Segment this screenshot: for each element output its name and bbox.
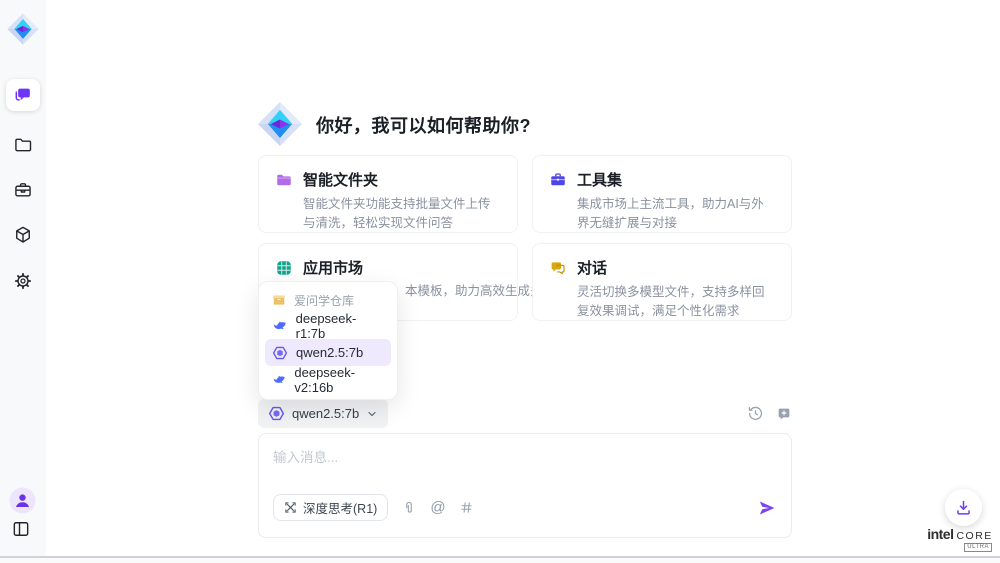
new-chat-button[interactable] xyxy=(776,406,792,422)
card-description: 灵活切换多模型文件，支持多样回复效果调试，满足个性化需求 xyxy=(577,283,775,322)
conversation-toolbar: qwen2.5:7b xyxy=(258,399,792,428)
model-option-qwen[interactable]: qwen2.5:7b xyxy=(265,339,391,366)
hash-grid-icon xyxy=(459,500,474,515)
card-title: 对话 xyxy=(577,257,607,278)
sidebar-item-settings[interactable] xyxy=(6,265,40,297)
card-smart-folder[interactable]: 智能文件夹 智能文件夹功能支持批量文件上传与清洗，轻松实现文件问答 xyxy=(258,155,518,233)
attach-file-button[interactable] xyxy=(401,500,417,516)
intel-logo-text: intel xyxy=(927,526,953,542)
gear-icon xyxy=(13,271,33,291)
deep-think-label: 深度思考(R1) xyxy=(303,498,377,517)
chat-icon xyxy=(549,259,567,277)
cube-icon xyxy=(13,225,33,245)
download-icon xyxy=(954,498,973,517)
repository-icon xyxy=(272,293,286,307)
paperclip-icon xyxy=(401,500,417,516)
deepseek-icon xyxy=(272,318,288,334)
folder-icon xyxy=(275,171,293,189)
history-icon xyxy=(747,405,764,422)
model-dropdown-header: 爱问学仓库 xyxy=(265,288,391,312)
qwen-icon xyxy=(272,345,288,361)
app-logo-icon xyxy=(4,8,42,50)
chat-icon xyxy=(13,85,33,105)
sidebar-item-chat[interactable] xyxy=(6,79,40,111)
send-icon xyxy=(757,498,777,518)
collapse-panel-icon xyxy=(11,519,31,539)
card-title: 工具集 xyxy=(577,169,622,190)
composer-toolbar: 深度思考(R1) @ xyxy=(273,494,777,521)
deepseek-icon xyxy=(272,372,286,388)
toolbox-icon xyxy=(13,180,33,200)
ultra-badge: ultra xyxy=(964,543,992,552)
new-chat-icon xyxy=(776,406,792,422)
card-description: 智能文件夹功能支持批量文件上传与清洗，轻松实现文件问答 xyxy=(303,195,501,234)
message-composer[interactable]: 输入消息... 深度思考(R1) @ xyxy=(258,433,792,538)
user-avatar[interactable] xyxy=(9,487,36,514)
app-grid-icon xyxy=(275,259,293,277)
message-input-placeholder[interactable]: 输入消息... xyxy=(273,446,338,466)
model-option-label: qwen2.5:7b xyxy=(296,345,363,360)
model-option-label: deepseek-v2:16b xyxy=(294,365,384,395)
model-selector-button[interactable]: qwen2.5:7b xyxy=(258,399,388,428)
sidebar-item-models[interactable] xyxy=(6,219,40,251)
deep-think-toggle[interactable]: 深度思考(R1) xyxy=(273,494,388,521)
greeting-title: 你好，我可以如何帮助你? xyxy=(316,112,531,138)
card-title: 智能文件夹 xyxy=(303,169,378,190)
card-toolset[interactable]: 工具集 集成市场上主流工具，助力AI与外界无缝扩展与对接 xyxy=(532,155,792,233)
model-option-deepseek-v2[interactable]: deepseek-v2:16b xyxy=(265,366,391,393)
chevron-down-icon xyxy=(366,408,378,420)
card-title: 应用市场 xyxy=(303,257,363,278)
user-icon xyxy=(9,487,36,514)
folder-icon xyxy=(13,135,33,155)
sidebar xyxy=(0,0,46,556)
collapse-sidebar-button[interactable] xyxy=(11,519,35,543)
core-logo-text: core xyxy=(956,530,992,542)
sidebar-item-toolbox[interactable] xyxy=(6,174,40,206)
card-description: 集成市场上主流工具，助力AI与外界无缝扩展与对接 xyxy=(577,195,775,234)
repository-label: 爱问学仓库 xyxy=(294,292,354,309)
briefcase-icon xyxy=(549,171,567,189)
history-button[interactable] xyxy=(747,405,764,422)
model-dropdown: 爱问学仓库 deepseek-r1:7b qwen2.5:7b deepseek… xyxy=(258,281,398,400)
window-bottom-strip xyxy=(0,558,1000,563)
qwen-icon xyxy=(268,405,285,422)
selected-model-label: qwen2.5:7b xyxy=(292,406,359,421)
send-button[interactable] xyxy=(757,498,777,518)
app-window: 你好，我可以如何帮助你? 智能文件夹 智能文件夹功能支持批量文件上传与清洗，轻松… xyxy=(0,0,1000,563)
card-dialogue[interactable]: 对话 灵活切换多模型文件，支持多样回复效果调试，满足个性化需求 xyxy=(532,243,792,321)
card-description: 本模板，助力高效生成多 xyxy=(405,280,543,299)
prompt-grid-button[interactable] xyxy=(459,500,474,515)
model-option-deepseek-r1[interactable]: deepseek-r1:7b xyxy=(265,312,391,339)
intel-core-badge: intel core ultra xyxy=(926,526,994,552)
model-option-label: deepseek-r1:7b xyxy=(296,311,384,341)
download-button[interactable] xyxy=(945,489,982,526)
sidebar-item-folders[interactable] xyxy=(6,129,40,161)
deep-think-icon xyxy=(284,501,297,514)
assistant-logo-icon xyxy=(256,99,304,149)
mention-icon[interactable]: @ xyxy=(430,499,445,516)
